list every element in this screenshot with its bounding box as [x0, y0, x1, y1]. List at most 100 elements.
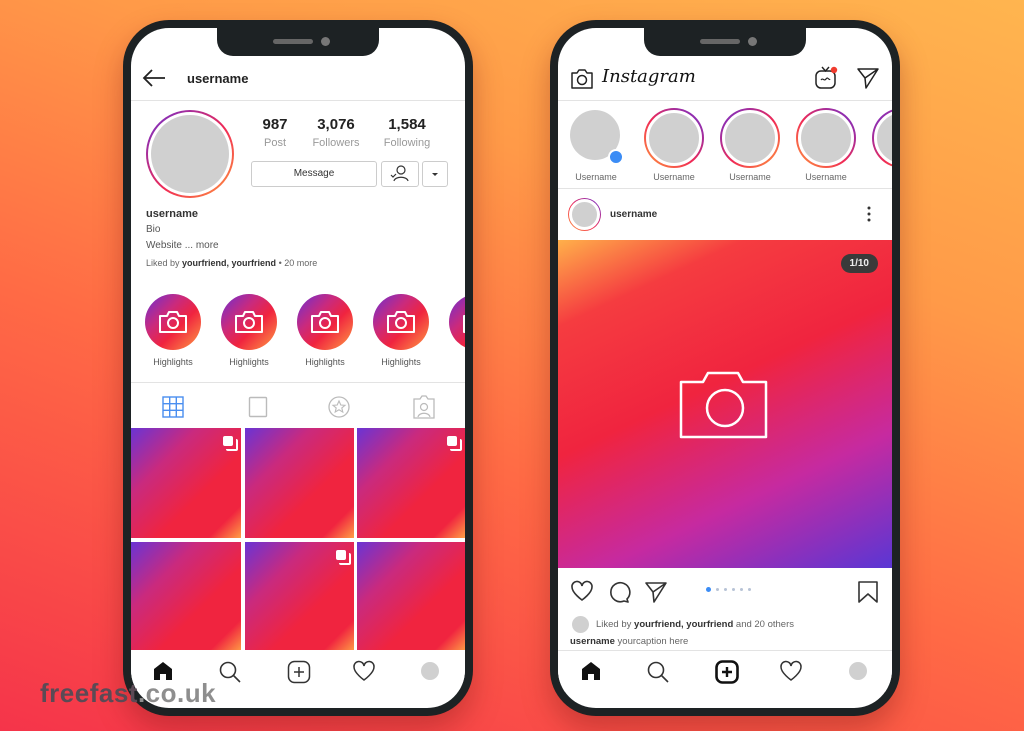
post-avatar[interactable]: [568, 198, 601, 231]
stat-followers[interactable]: 3,076 Followers: [304, 116, 368, 149]
stat-label: Followers: [312, 137, 360, 149]
grid-post[interactable]: [131, 428, 241, 538]
story-item[interactable]: Username: [644, 108, 706, 186]
grid-post[interactable]: [245, 542, 354, 652]
caret-down-icon: [432, 173, 438, 176]
phone-notch: [644, 28, 806, 56]
caption-text: yourcaption here: [617, 636, 689, 647]
highlight-cover: [373, 294, 429, 350]
header-username: username: [187, 71, 249, 86]
profile-phone: username 987 Post 3,076 Followers 1,584 …: [123, 20, 473, 716]
bio-liked-by: Liked by yourfriend, yourfriend • 20 mor…: [146, 258, 317, 268]
watermark-part1: freefast: [40, 678, 138, 708]
stat-posts[interactable]: 987 Post: [249, 116, 301, 149]
liked-by-prefix: Liked by: [596, 619, 632, 630]
grid-icon[interactable]: [162, 396, 184, 418]
add-icon[interactable]: [715, 660, 739, 684]
story-item[interactable]: Username: [720, 108, 782, 186]
home-icon[interactable]: [580, 660, 602, 682]
story-username: Username: [729, 172, 771, 182]
multiple-posts-icon: [447, 436, 462, 451]
search-icon[interactable]: [218, 660, 242, 684]
story-username: Username: [575, 172, 617, 182]
message-button[interactable]: Message: [251, 161, 377, 187]
story-item[interactable]: Us: [872, 108, 892, 186]
profile-avatar-nav[interactable]: [849, 662, 867, 680]
post-username[interactable]: username: [610, 209, 657, 220]
carousel-dot-active: [706, 587, 711, 593]
heart-icon[interactable]: [352, 660, 376, 682]
search-icon[interactable]: [646, 660, 670, 684]
bottom-nav: [558, 652, 892, 692]
highlight-item[interactable]: Highlights: [219, 294, 279, 374]
liked-by-suffix: • 20 more: [278, 258, 318, 268]
highlight-cover: [145, 294, 201, 350]
multiple-posts-icon: [336, 550, 351, 565]
highlight-label: Highlights: [153, 357, 193, 367]
stat-value: 1,584: [388, 116, 426, 133]
share-icon[interactable]: [644, 580, 668, 604]
add-icon[interactable]: [287, 660, 311, 684]
add-user-icon: [390, 165, 409, 182]
highlight-label: Hig: [447, 357, 465, 367]
liked-by-suffix: and 20 others: [735, 619, 795, 630]
grid-post[interactable]: [357, 428, 465, 538]
watermark: freefast.co.uk: [40, 678, 216, 709]
bookmark-icon[interactable]: [857, 580, 879, 604]
post-image[interactable]: 1/10: [558, 240, 892, 568]
carousel-dot: [716, 588, 719, 592]
guides-icon[interactable]: [327, 395, 351, 419]
highlight-item[interactable]: Hig: [447, 294, 465, 374]
story-ring: [720, 108, 780, 168]
stat-value: 3,076: [317, 116, 355, 133]
caption-username[interactable]: username: [570, 636, 615, 647]
story-username: Us: [872, 172, 892, 182]
reels-icon[interactable]: [248, 396, 268, 418]
own-story[interactable]: Username: [568, 108, 630, 186]
like-icon[interactable]: [570, 580, 594, 602]
carousel-dot: [740, 588, 743, 592]
heart-icon[interactable]: [779, 660, 803, 682]
stat-following[interactable]: 1,584 Following: [374, 116, 440, 149]
feed-screen: Instagram Username Username Username Use…: [558, 28, 892, 708]
story-item[interactable]: Username: [796, 108, 858, 186]
profile-avatar[interactable]: [146, 110, 234, 198]
bio-website[interactable]: Website ... more: [146, 240, 219, 251]
comment-icon[interactable]: [607, 580, 631, 604]
carousel-dot: [748, 588, 751, 592]
story-username: Username: [805, 172, 847, 182]
camera-icon: [310, 310, 340, 339]
carousel-dot: [732, 588, 735, 592]
multiple-posts-icon: [223, 436, 238, 451]
grid-post[interactable]: [131, 542, 241, 652]
arrow-left-icon[interactable]: [141, 68, 167, 88]
tagged-icon[interactable]: [412, 394, 436, 420]
highlight-item[interactable]: Highlights: [371, 294, 431, 374]
camera-icon: [234, 310, 264, 339]
stat-label: Following: [383, 137, 431, 149]
dropdown-button[interactable]: [422, 161, 448, 187]
liked-by-names[interactable]: yourfriend, yourfriend: [634, 619, 733, 630]
highlight-cover: [449, 294, 465, 350]
profile-avatar-nav[interactable]: [421, 662, 439, 680]
grid-post[interactable]: [245, 428, 354, 538]
highlight-item[interactable]: Highlights: [295, 294, 355, 374]
direct-message-icon[interactable]: [856, 66, 880, 90]
highlight-cover: [297, 294, 353, 350]
header-divider: [558, 100, 892, 101]
story-ring: [644, 108, 704, 168]
instagram-logo: Instagram: [602, 66, 696, 87]
camera-icon: [386, 310, 416, 339]
post-liked-by[interactable]: Liked by yourfriend, yourfriend and 20 o…: [596, 619, 794, 630]
more-options-icon[interactable]: [864, 205, 874, 223]
highlight-item[interactable]: Highlights: [143, 294, 203, 374]
igtv-icon[interactable]: [813, 64, 839, 90]
story-username: Username: [653, 172, 695, 182]
liked-by-names[interactable]: yourfriend, yourfriend: [182, 258, 276, 268]
carousel-dot: [724, 588, 727, 592]
watermark-part2: .co.uk: [137, 678, 217, 708]
camera-icon[interactable]: [570, 68, 594, 90]
camera-icon: [462, 310, 465, 339]
follow-user-button[interactable]: [381, 161, 419, 187]
grid-post[interactable]: [357, 542, 465, 652]
